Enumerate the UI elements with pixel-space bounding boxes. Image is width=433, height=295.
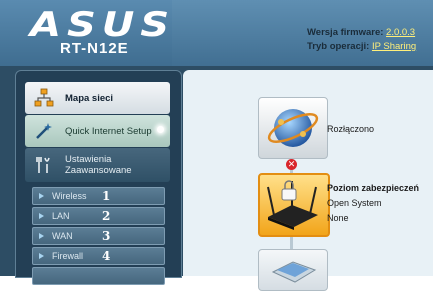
menu-network-map[interactable]: Mapa sieci (25, 82, 170, 114)
router-tile[interactable] (258, 173, 330, 237)
submenu-number: 4 (102, 249, 111, 263)
network-map-label: Mapa sieci (65, 92, 114, 104)
firmware-label: Wersja firmware: (307, 27, 384, 38)
security-encryption: None (327, 213, 349, 223)
mode-label: Tryb operacji: (307, 41, 370, 52)
network-map-icon (33, 87, 55, 109)
arrow-right-icon (39, 233, 44, 239)
tools-icon (33, 154, 55, 176)
model-name: RT-N12E (60, 40, 129, 57)
advanced-line1: Ustawienia (65, 154, 112, 165)
menu-advanced-settings[interactable]: Ustawienia Zaawansowane (25, 148, 170, 182)
router-icon (267, 180, 318, 230)
arrow-right-icon (39, 193, 44, 199)
submenu-number: 2 (102, 209, 111, 223)
connector-line (290, 235, 293, 249)
disconnected-icon: ✕ (286, 159, 297, 170)
menu-quick-setup[interactable]: Quick Internet Setup (25, 115, 170, 147)
brand-panel: ASUS RT-N12E (0, 0, 172, 66)
arrow-right-icon (39, 253, 44, 259)
submenu-more[interactable] (32, 267, 165, 285)
submenu-wireless[interactable]: Wireless 1 (32, 187, 165, 205)
submenu-lan[interactable]: LAN 2 (32, 207, 165, 225)
quick-setup-label: Quick Internet Setup (65, 125, 152, 137)
submenu-number: 1 (102, 189, 111, 203)
mode-link[interactable]: IP Sharing (372, 41, 416, 52)
advanced-line2: Zaawansowane (65, 165, 132, 176)
submenu-label: Firewall (52, 251, 84, 261)
device-info: Wersja firmware: 2.0.0.3 Tryb operacji: … (307, 26, 433, 54)
submenu-label: Wireless (52, 191, 87, 201)
submenu-label: LAN (52, 211, 70, 221)
magic-wand-icon (33, 120, 55, 142)
submenu-firewall[interactable]: Firewall 4 (32, 247, 165, 265)
internet-tile[interactable] (258, 97, 328, 159)
security-auth: Open System (327, 198, 382, 208)
submenu-label: WAN (52, 231, 73, 241)
submenu-wan[interactable]: WAN 3 (32, 227, 165, 245)
clients-icon (271, 261, 317, 283)
clients-tile[interactable] (258, 249, 328, 291)
firmware-link[interactable]: 2.0.0.3 (386, 27, 415, 38)
advanced-settings-label: Ustawienia Zaawansowane (65, 154, 132, 176)
security-title: Poziom zabezpieczeń (327, 183, 420, 193)
arrow-right-icon (39, 213, 44, 219)
asus-logo: ASUS (30, 5, 176, 45)
sparkle-icon (157, 126, 164, 133)
security-info: Poziom zabezpieczeń Open System None (327, 181, 419, 226)
internet-status: Rozłączono (327, 124, 375, 134)
globe-icon (267, 109, 319, 147)
submenu-number: 3 (102, 229, 111, 243)
